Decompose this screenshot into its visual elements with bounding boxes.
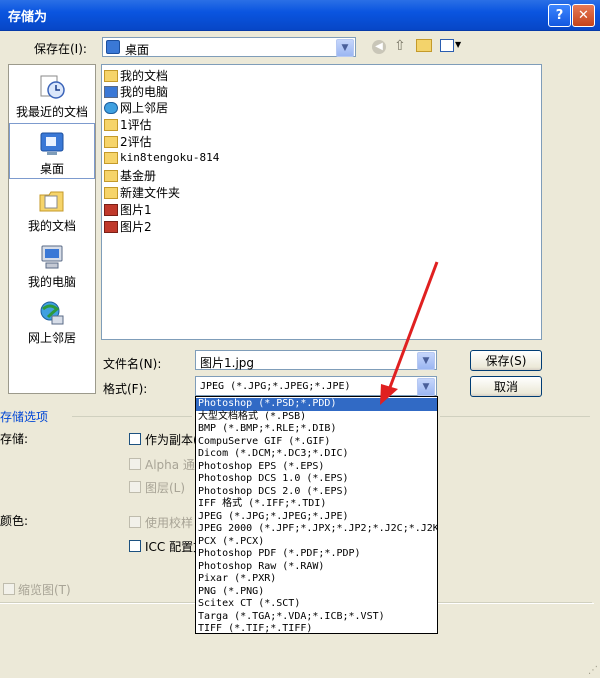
place-label-recent: 我最近的文档 [15,105,88,119]
save-in-dropdown[interactable]: 桌面 ▼ [102,37,356,57]
format-option[interactable]: CompuServe GIF (*.GIF) [196,436,437,449]
view-menu-chevron-icon[interactable]: ▼ [455,40,461,49]
filename-value: 图片1.jpg [200,356,255,370]
save-in-label: 保存在(I): [34,42,87,56]
folder-icon [104,118,118,131]
as-copy-checkbox[interactable] [129,433,141,445]
file-list[interactable]: 我的文档 我的电脑 网上邻居 1评估 2评估 kin8tengoku-814 基… [101,64,542,340]
folder-icon [104,135,118,148]
view-menu-icon[interactable] [440,39,454,52]
resize-grip-icon[interactable]: ⋰ [588,665,598,676]
format-option[interactable]: Dicom (*.DCM;*.DC3;*.DIC) [196,448,437,461]
save-options-divider-right [440,416,590,417]
use-proof-checkbox[interactable] [129,516,141,528]
file-item[interactable]: 基金册 [104,167,156,183]
thumbnail-label: 缩览图(T) [18,583,71,597]
format-option[interactable]: Photoshop DCS 2.0 (*.EPS) [196,486,437,499]
save-options-heading: 存储选项 [0,410,49,424]
format-option[interactable]: Targa (*.TGA;*.VDA;*.ICB;*.VST) [196,611,437,624]
save-in-value: 桌面 [125,43,150,57]
format-option[interactable]: Scitex CT (*.SCT) [196,598,437,611]
file-item[interactable]: 图片1 [104,201,152,217]
file-item[interactable]: 网上邻居 [104,99,168,115]
title-bar: 存储为 ? ✕ [0,0,600,31]
format-option[interactable]: Photoshop PDF (*.PDF;*.PDP) [196,548,437,561]
place-label-network: 网上邻居 [27,331,76,345]
file-item[interactable]: 2评估 [104,133,152,149]
close-button[interactable]: ✕ [572,4,595,27]
layers-checkbox[interactable] [129,481,141,493]
file-item[interactable]: 新建文件夹 [104,184,180,200]
format-option[interactable]: Photoshop Raw (*.RAW) [196,561,437,574]
format-dropdown-list[interactable]: Photoshop (*.PSD;*.PDD) 大型文档格式 (*.PSB) BMP… [195,396,438,634]
format-option[interactable]: JPEG (*.JPG;*.JPEG;*.JPE) [196,511,437,524]
chevron-down-icon[interactable]: ▼ [336,39,354,57]
folder-icon [104,69,118,82]
as-copy-label: 作为副本( [145,433,198,447]
chevron-down-icon[interactable]: ▼ [417,378,435,396]
up-folder-icon[interactable]: ⇧ [394,38,406,54]
format-option[interactable]: JPEG 2000 (*.JPF;*.JPX;*.JP2;*.J2C;*.J2K [196,523,437,536]
help-button[interactable]: ? [548,4,571,27]
place-my-documents[interactable]: 我的文档 [9,181,95,237]
cancel-button[interactable]: 取消 [470,376,542,397]
format-label: 格式(F): [103,382,148,396]
network-places-icon [40,301,64,325]
back-icon[interactable]: ◀ [372,40,386,54]
file-item[interactable]: 1评估 [104,116,152,132]
format-dropdown[interactable]: JPEG (*.JPG;*.JPEG;*.JPE) ▼ [195,376,437,396]
folder-icon [104,186,118,199]
icc-checkbox[interactable] [129,540,141,552]
place-label-desktop: 桌面 [39,162,64,176]
file-item[interactable]: 我的电脑 [104,83,168,99]
desktop-small-icon [106,40,120,54]
thumbnail-checkbox[interactable] [3,583,15,595]
folder-icon [104,151,118,164]
format-option[interactable]: BMP (*.BMP;*.RLE;*.DIB) [196,423,437,436]
format-option[interactable]: Pixar (*.PXR) [196,573,437,586]
chevron-down-icon[interactable]: ▼ [417,352,435,370]
network-icon [104,101,118,114]
file-item[interactable]: 图片2 [104,218,152,234]
format-option[interactable]: TIFF (*.TIF;*.TIFF) [196,623,437,633]
storage-label: 存储: [0,432,29,446]
format-option[interactable]: PNG (*.PNG) [196,586,437,599]
place-label-my-computer: 我的电脑 [27,275,76,289]
file-item[interactable]: 我的文档 [104,67,168,83]
format-option[interactable]: IFF 格式 (*.IFF;*.TDI) [196,498,437,511]
color-label: 颜色: [0,514,29,528]
format-option[interactable]: Photoshop DCS 1.0 (*.EPS) [196,473,437,486]
places-bar: 我最近的文档 桌面 我的文档 我的电脑 网上邻居 [8,64,96,394]
folder-icon [104,169,118,182]
filename-input[interactable]: 图片1.jpg ▼ [195,350,437,370]
place-label-my-documents: 我的文档 [27,219,76,233]
window-title: 存储为 [8,10,48,25]
file-item[interactable]: kin8tengoku-814 [104,150,219,166]
new-folder-icon[interactable] [416,39,432,52]
save-options-divider [72,416,192,417]
format-option[interactable]: Photoshop (*.PSD;*.PDD) [196,398,437,411]
format-value: JPEG (*.JPG;*.JPEG;*.JPE) [200,381,351,392]
format-option[interactable]: Photoshop EPS (*.EPS) [196,461,437,474]
filename-label: 文件名(N): [103,357,162,371]
image-file-icon [104,220,118,233]
use-proof-label: 使用校样 [145,516,194,530]
desktop-icon [40,132,64,155]
place-network[interactable]: 网上邻居 [9,293,95,349]
my-computer-icon [41,245,63,269]
format-option[interactable]: 大型文档格式 (*.PSB) [196,411,437,424]
save-button[interactable]: 保存(S) [470,350,542,371]
my-documents-icon [39,191,64,212]
place-desktop[interactable]: 桌面 [9,123,95,179]
place-my-computer[interactable]: 我的电脑 [9,237,95,293]
image-file-icon [104,203,118,216]
recent-documents-icon [40,75,65,99]
layers-label: 图层(L) [145,481,186,495]
place-recent[interactable]: 我最近的文档 [9,67,95,123]
format-option[interactable]: PCX (*.PCX) [196,536,437,549]
computer-icon [104,85,118,98]
alpha-checkbox[interactable] [129,458,141,470]
